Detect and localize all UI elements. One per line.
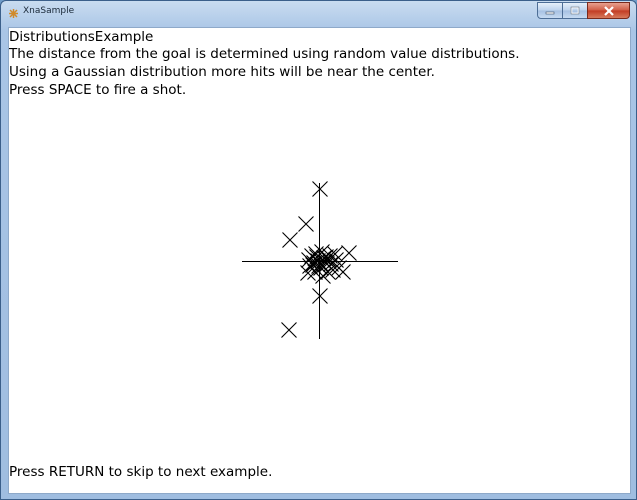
minimize-icon — [545, 11, 555, 14]
game-viewport[interactable]: DistributionsExample The distance from t… — [8, 27, 631, 494]
xna-app-icon — [9, 9, 18, 18]
window-title: XnaSample — [23, 6, 75, 16]
caption-buttons — [537, 2, 630, 20]
close-icon — [603, 5, 614, 16]
maximize-button[interactable] — [562, 2, 588, 19]
close-button[interactable] — [587, 2, 630, 19]
x-mark — [282, 232, 298, 248]
x-mark — [298, 216, 314, 232]
title-bar[interactable]: XnaSample — [1, 1, 636, 27]
minimize-button[interactable] — [537, 2, 563, 19]
crosshair-target — [242, 183, 398, 339]
maximize-icon — [570, 6, 580, 15]
footer-instruction: Press RETURN to skip to next example. — [9, 464, 273, 480]
x-mark — [281, 322, 297, 338]
app-window: XnaSample DistributionsExample The dista… — [0, 0, 637, 500]
target-scene — [242, 181, 398, 339]
